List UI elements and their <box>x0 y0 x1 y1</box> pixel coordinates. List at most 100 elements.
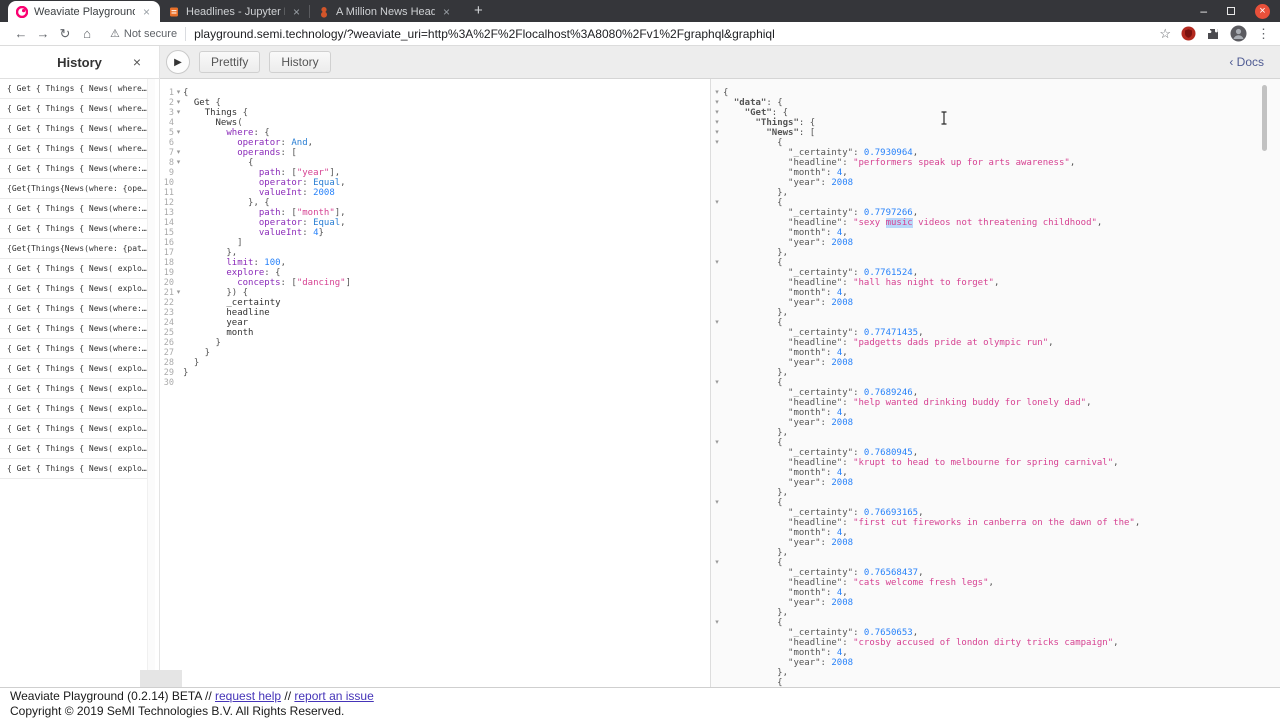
code-text: Things { <box>204 108 249 118</box>
code-text: operator: Equal, <box>258 218 346 228</box>
code-text: "News": [ <box>766 128 816 138</box>
history-item[interactable]: { Get { Things { News( where… <box>0 119 147 139</box>
history-item[interactable]: { Get { Things { News(where:… <box>0 319 147 339</box>
history-item[interactable]: { Get { Things { News( explo… <box>0 459 147 479</box>
bookmark-star-icon[interactable]: ☆ <box>1159 26 1171 42</box>
code-line: 3 ▾ Things { <box>160 108 710 118</box>
fold-arrow-icon[interactable]: ▾ <box>174 288 183 298</box>
fold-arrow-icon[interactable]: ▾ <box>711 198 723 208</box>
tab-close-icon[interactable]: × <box>291 5 302 19</box>
fold-arrow-icon[interactable]: ▾ <box>711 498 723 508</box>
history-item[interactable]: { Get { Things { News( where… <box>0 139 147 159</box>
tab-close-icon[interactable]: × <box>441 5 452 19</box>
code-text: "year": 2008 <box>788 238 854 248</box>
history-item[interactable]: { Get { Things { News(where:… <box>0 339 147 359</box>
prettify-button[interactable]: Prettify <box>199 51 261 73</box>
fold-arrow-icon[interactable]: ▾ <box>711 618 723 628</box>
back-icon[interactable]: ← <box>10 26 32 41</box>
code-text: } <box>183 368 189 378</box>
history-item[interactable]: { Get { Things { News( explo… <box>0 359 147 379</box>
fold-arrow-icon[interactable]: ▾ <box>711 98 723 108</box>
history-item[interactable]: { Get { Things { News( where… <box>0 79 147 99</box>
line-number: 22 <box>163 298 174 308</box>
code-line: 26 } <box>160 338 710 348</box>
playground-toolbar: ▶ Prettify History ‹ Docs <box>160 46 1280 79</box>
history-item[interactable]: { Get { Things { News( explo… <box>0 259 147 279</box>
code-line: 30 <box>160 378 710 388</box>
history-item[interactable]: { Get { Things { News( explo… <box>0 399 147 419</box>
extension-shield-icon[interactable] <box>1181 26 1196 41</box>
tab-title: A Million News Headlines <box>336 5 435 18</box>
browser-menu-icon[interactable]: ⋮ <box>1257 26 1270 42</box>
browser-tab[interactable]: Headlines - Jupyter Noteb × <box>160 1 310 22</box>
fold-arrow-icon[interactable]: ▾ <box>711 138 723 148</box>
fold-arrow-icon[interactable]: ▾ <box>711 378 723 388</box>
fold-arrow-icon[interactable]: ▾ <box>174 128 183 138</box>
code-line: 8 ▾ { <box>160 158 710 168</box>
fold-arrow-icon[interactable]: ▾ <box>711 128 723 138</box>
fold-arrow-icon[interactable]: ▾ <box>711 558 723 568</box>
browser-tab[interactable]: A Million News Headlines × <box>309 1 460 22</box>
code-line: { <box>711 678 1280 687</box>
line-number: 28 <box>163 358 174 368</box>
code-line: 5 ▾ where: { <box>160 128 710 138</box>
fold-arrow-icon[interactable]: ▾ <box>711 88 723 98</box>
fold-arrow-icon[interactable]: ▾ <box>174 88 183 98</box>
fold-arrow-icon[interactable]: ▾ <box>174 148 183 158</box>
fold-arrow-icon[interactable]: ▾ <box>174 158 183 168</box>
window-minimize-icon[interactable]: – <box>1200 5 1207 17</box>
window-close-icon[interactable]: × <box>1255 3 1270 19</box>
url-bar[interactable]: playground.semi.technology/?weaviate_uri… <box>194 27 1151 41</box>
tab-close-icon[interactable]: × <box>141 5 152 19</box>
history-item[interactable]: {Get{Things{News(where: {pat… <box>0 239 147 259</box>
code-line: 12 }, { <box>160 198 710 208</box>
report-issue-link[interactable]: report an issue <box>294 689 373 703</box>
history-item[interactable]: { Get { Things { News( explo… <box>0 439 147 459</box>
fold-arrow-icon[interactable]: ▾ <box>711 108 723 118</box>
code-text: Get { <box>193 98 221 108</box>
history-scrollbar[interactable] <box>147 79 155 687</box>
code-text: { <box>723 198 783 208</box>
fold-arrow-icon[interactable]: ▾ <box>174 98 183 108</box>
fold-arrow-icon[interactable]: ▾ <box>711 318 723 328</box>
history-button[interactable]: History <box>269 51 331 73</box>
fold-arrow-icon[interactable]: ▾ <box>174 108 183 118</box>
code-text: "year": 2008 <box>788 598 854 608</box>
fold-arrow-icon[interactable]: ▾ <box>711 438 723 448</box>
code-text: operator: And, <box>237 138 314 148</box>
code-line: 7 ▾ operands: [ <box>160 148 710 158</box>
history-close-icon[interactable]: × <box>133 54 141 70</box>
history-item[interactable]: { Get { Things { News( where… <box>0 99 147 119</box>
history-item[interactable]: { Get { Things { News( explo… <box>0 379 147 399</box>
history-item[interactable]: { Get { Things { News( explo… <box>0 279 147 299</box>
execute-query-button[interactable]: ▶ <box>166 50 190 74</box>
reload-icon[interactable]: ↻ <box>54 26 76 42</box>
code-text: "_certainty": 0.7797266, <box>788 208 919 218</box>
history-item[interactable]: { Get { Things { News(where:… <box>0 299 147 319</box>
fold-arrow-icon[interactable]: ▾ <box>711 118 723 128</box>
browser-tab[interactable]: Weaviate Playground × <box>8 1 160 22</box>
code-line: "month": 4, <box>711 408 1280 418</box>
forward-icon[interactable]: → <box>32 26 54 41</box>
profile-avatar[interactable] <box>1230 25 1247 42</box>
fold-arrow-icon[interactable]: ▾ <box>711 258 723 268</box>
new-tab-icon[interactable]: + <box>474 2 483 19</box>
extension-puzzle-icon[interactable] <box>1206 27 1220 41</box>
history-item[interactable]: { Get { Things { News( explo… <box>0 419 147 439</box>
code-line: "month": 4, <box>711 288 1280 298</box>
home-icon[interactable]: ⌂ <box>76 26 98 41</box>
code-text: "month": 4, <box>788 168 848 178</box>
history-item[interactable]: { Get { Things { News(where:… <box>0 219 147 239</box>
docs-toggle[interactable]: ‹ Docs <box>1229 55 1264 69</box>
response-scrollbar-thumb[interactable] <box>1262 85 1267 151</box>
line-number: 30 <box>163 378 174 388</box>
history-item[interactable]: {Get{Things{News(where: {ope… <box>0 179 147 199</box>
code-line: ▾ { <box>711 378 1280 388</box>
window-maximize-icon[interactable] <box>1227 7 1235 15</box>
footer-separator: // <box>281 689 295 703</box>
request-help-link[interactable]: request help <box>215 689 281 703</box>
site-security-indicator[interactable]: ⚠ Not secure <box>110 27 177 41</box>
history-item[interactable]: { Get { Things { News(where:… <box>0 199 147 219</box>
query-editor[interactable]: 1 ▾{2 ▾ Get {3 ▾ Things {4 News(5 ▾ where: {… <box>160 79 710 687</box>
history-item[interactable]: { Get { Things { News(where:… <box>0 159 147 179</box>
